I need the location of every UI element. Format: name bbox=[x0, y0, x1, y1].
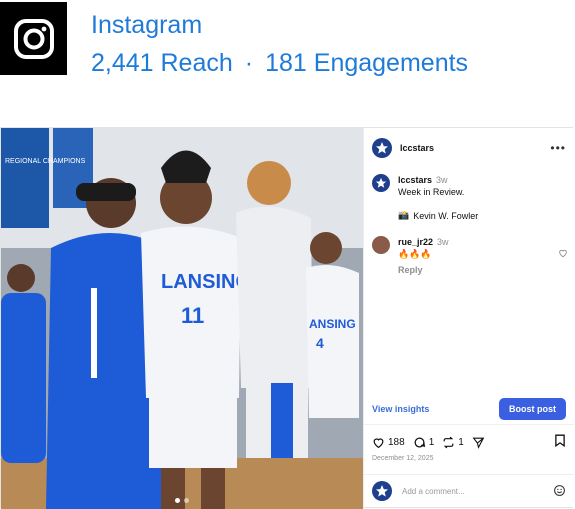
share-action[interactable] bbox=[472, 436, 485, 449]
carousel-dots bbox=[175, 498, 189, 503]
caption-text: Week in Review. bbox=[398, 187, 465, 197]
account-avatar[interactable] bbox=[372, 138, 392, 158]
engagements-metric: 181 Engagements bbox=[265, 49, 469, 77]
caption-username[interactable]: lccstars bbox=[398, 175, 432, 185]
reach-metric: 2,441 Reach bbox=[91, 49, 233, 77]
banner-text: REGIONAL CHAMPIONS bbox=[5, 158, 86, 165]
comment-action[interactable]: 1 bbox=[413, 436, 435, 449]
instagram-icon bbox=[13, 18, 54, 59]
repost-icon bbox=[443, 436, 454, 448]
post-header: lccstars ••• bbox=[372, 138, 566, 158]
boost-post-button[interactable]: Boost post bbox=[499, 398, 566, 420]
photo-credit: 📸 Kevin W. Fowler bbox=[398, 210, 478, 221]
comment-time: 3w bbox=[437, 237, 449, 247]
like-action[interactable]: 188 bbox=[372, 436, 405, 449]
metrics-line: 2,441 Reach · 181 Engagements bbox=[91, 48, 468, 78]
post-caption: lccstars 3w Week in Review. bbox=[372, 174, 566, 198]
photographer-name: Kevin W. Fowler bbox=[413, 210, 479, 221]
repost-action[interactable]: 1 bbox=[442, 436, 464, 449]
reposts-count: 1 bbox=[458, 436, 464, 448]
instagram-post: REGIONAL CHAMPIONS LANSING 11 ANSING 4 l… bbox=[0, 127, 574, 509]
view-insights-link[interactable]: View insights bbox=[372, 404, 429, 414]
commenter-avatar[interactable] bbox=[372, 236, 390, 254]
post-date: December 12, 2025 bbox=[372, 455, 434, 462]
divider bbox=[364, 424, 574, 425]
commenter-username[interactable]: rue_jr22 bbox=[398, 237, 433, 247]
carousel-dot[interactable] bbox=[175, 498, 180, 503]
emoji-icon[interactable] bbox=[553, 484, 566, 499]
caption-time: 3w bbox=[436, 175, 448, 185]
carousel-dot[interactable] bbox=[184, 498, 189, 503]
platform-name: Instagram bbox=[91, 11, 203, 39]
post-photo[interactable]: REGIONAL CHAMPIONS LANSING 11 ANSING 4 bbox=[1, 128, 363, 509]
likes-count: 188 bbox=[388, 436, 405, 448]
more-options-icon[interactable]: ••• bbox=[550, 141, 566, 155]
add-comment-row bbox=[372, 481, 566, 501]
jersey-text: LANSING bbox=[161, 271, 251, 293]
star-logo-icon bbox=[375, 177, 387, 188]
comment-item: rue_jr22 3w 🔥🔥🔥 Reply bbox=[372, 236, 566, 276]
comment-icon bbox=[414, 437, 425, 447]
basketball-team-photo: REGIONAL CHAMPIONS LANSING 11 ANSING 4 bbox=[1, 128, 363, 509]
send-icon bbox=[472, 437, 485, 449]
post-side-panel: lccstars ••• lccstars 3w Week in Review. … bbox=[363, 128, 574, 509]
comments-count: 1 bbox=[428, 436, 435, 448]
comment-like-icon[interactable] bbox=[558, 248, 568, 260]
account-username[interactable]: lccstars bbox=[400, 143, 434, 153]
jersey-text-2: ANSING bbox=[309, 317, 356, 331]
star-logo-icon bbox=[376, 485, 388, 497]
insights-row: View insights Boost post bbox=[372, 398, 566, 420]
metric-separator: · bbox=[244, 49, 254, 77]
jersey-number: 11 bbox=[181, 303, 204, 328]
own-avatar bbox=[372, 481, 392, 501]
comment-text: 🔥🔥🔥 bbox=[398, 249, 432, 259]
jersey-number-2: 4 bbox=[316, 335, 324, 351]
camera-emoji-icon: 📸 bbox=[398, 210, 410, 220]
caption-avatar[interactable] bbox=[372, 174, 390, 192]
reply-link[interactable]: Reply bbox=[398, 264, 423, 276]
add-comment-input[interactable] bbox=[400, 485, 553, 497]
star-logo-icon bbox=[376, 142, 388, 154]
post-actions: 188 1 1 bbox=[372, 434, 566, 450]
save-bookmark-icon[interactable] bbox=[554, 434, 566, 450]
divider bbox=[364, 474, 574, 475]
instagram-logo bbox=[0, 2, 67, 75]
heart-icon bbox=[373, 437, 384, 448]
account-summary: Instagram 2,441 Reach · 181 Engagements bbox=[91, 10, 468, 78]
